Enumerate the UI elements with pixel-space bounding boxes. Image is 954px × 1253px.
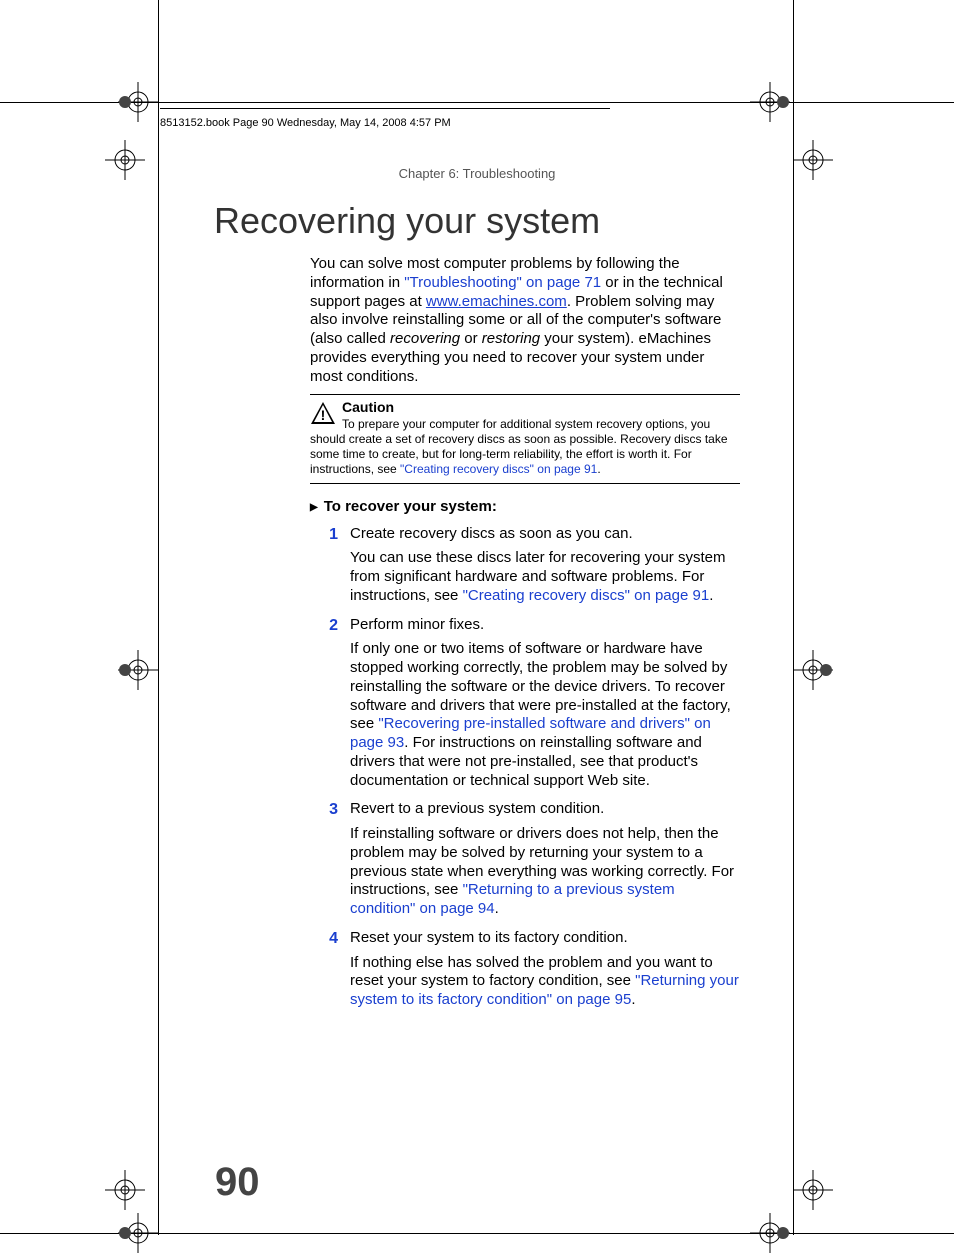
caution-box: ! Caution To prepare your computer for a… xyxy=(310,394,740,484)
crop-line-left xyxy=(158,0,159,1235)
link-creating-discs[interactable]: "Creating recovery discs" on page 91 xyxy=(400,462,597,476)
registration-mark-icon xyxy=(750,1213,790,1253)
step-3: 3 Revert to a previous system condition.… xyxy=(310,800,740,919)
caution-icon: ! xyxy=(310,401,336,425)
caution-heading: Caution xyxy=(342,399,394,415)
step-detail-text: . xyxy=(709,587,713,604)
step-detail: You can use these discs later for recove… xyxy=(350,549,740,605)
step-detail: If only one or two items of software or … xyxy=(350,640,740,790)
step-number: 4 xyxy=(310,929,350,1010)
step-lead: Reset your system to its factory conditi… xyxy=(350,929,740,948)
step-2: 2 Perform minor fixes. If only one or tw… xyxy=(310,616,740,791)
registration-mark-icon xyxy=(118,82,158,122)
step-number: 3 xyxy=(310,800,350,919)
step-number: 2 xyxy=(310,616,350,791)
step-lead: Revert to a previous system condition. xyxy=(350,800,740,819)
link-emachines[interactable]: www.emachines.com xyxy=(426,293,567,310)
registration-mark-icon xyxy=(750,82,790,122)
step-4: 4 Reset your system to its factory condi… xyxy=(310,929,740,1010)
svg-text:!: ! xyxy=(321,407,326,423)
caution-body: . xyxy=(597,462,600,476)
step-1: 1 Create recovery discs as soon as you c… xyxy=(310,525,740,606)
chapter-header: Chapter 6: Troubleshooting xyxy=(0,166,954,181)
intro-paragraph: You can solve most computer problems by … xyxy=(310,255,740,386)
step-detail: If reinstalling software or drivers does… xyxy=(350,825,740,919)
step-detail: If nothing else has solved the problem a… xyxy=(350,954,740,1010)
page-title: Recovering your system xyxy=(214,200,600,242)
registration-mark-icon xyxy=(793,650,833,690)
registration-mark-icon xyxy=(118,1213,158,1253)
intro-italic: recovering xyxy=(390,330,460,347)
bookline-text: 8513152.book Page 90 Wednesday, May 14, … xyxy=(160,111,451,129)
intro-text: or xyxy=(460,330,482,347)
steps-heading: To recover your system: xyxy=(310,498,740,517)
step-lead: Create recovery discs as soon as you can… xyxy=(350,525,740,544)
link-creating-discs[interactable]: "Creating recovery discs" on page 91 xyxy=(463,587,710,604)
step-detail-text: . xyxy=(631,991,635,1008)
crop-line-right xyxy=(793,0,794,1235)
page-number: 90 xyxy=(215,1160,260,1205)
bookline-rule xyxy=(160,108,610,109)
registration-mark-icon xyxy=(118,650,158,690)
link-troubleshooting[interactable]: "Troubleshooting" on page 71 xyxy=(404,274,601,291)
step-lead: Perform minor fixes. xyxy=(350,616,740,635)
step-number: 1 xyxy=(310,525,350,606)
step-detail-text: . xyxy=(495,900,499,917)
intro-italic: restoring xyxy=(482,330,540,347)
registration-mark-icon xyxy=(105,1170,145,1210)
registration-mark-icon xyxy=(793,1170,833,1210)
